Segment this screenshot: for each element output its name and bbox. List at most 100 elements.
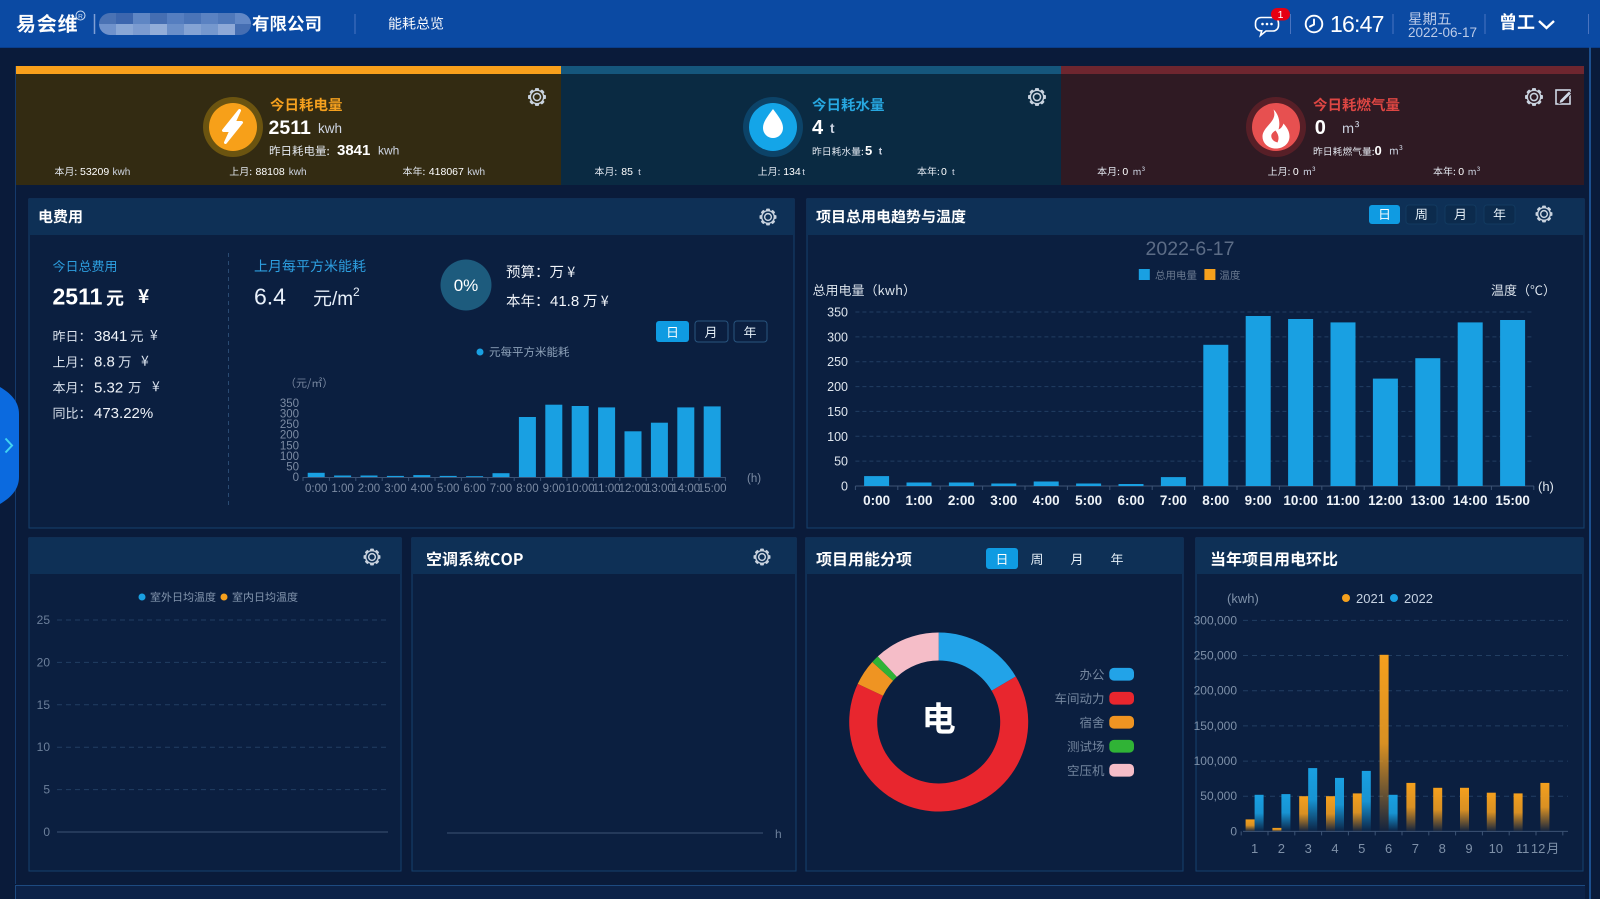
svg-text:0: 0 (1458, 166, 1464, 178)
svg-text:100: 100 (827, 430, 848, 444)
svg-text:13:00: 13:00 (645, 483, 674, 495)
svg-text:3:00: 3:00 (990, 493, 1017, 508)
svg-text:8: 8 (1439, 841, 1446, 856)
svg-text:9:00: 9:00 (543, 483, 565, 495)
svg-text:4: 4 (812, 117, 824, 139)
svg-text:9: 9 (1465, 841, 1472, 856)
svg-text:5: 5 (43, 783, 50, 797)
svg-text:10: 10 (37, 740, 51, 754)
svg-text:2: 2 (353, 285, 360, 299)
svg-text:1: 1 (1278, 9, 1284, 21)
svg-text:50,000: 50,000 (1200, 789, 1237, 803)
svg-text:3: 3 (1305, 841, 1312, 856)
svg-text:2022: 2022 (1404, 591, 1433, 606)
svg-text:0: 0 (1293, 166, 1299, 178)
svg-text:0: 0 (1375, 143, 1382, 158)
svg-text:13:00: 13:00 (1411, 493, 1446, 508)
svg-text:418067: 418067 (429, 166, 464, 178)
svg-text:0: 0 (1230, 824, 1237, 838)
svg-text:0: 0 (43, 825, 50, 839)
svg-text:7: 7 (1412, 841, 1419, 856)
svg-text:t: t (952, 167, 955, 178)
svg-text:200: 200 (827, 380, 848, 394)
svg-text:7:00: 7:00 (1160, 493, 1187, 508)
svg-text:h: h (775, 827, 782, 841)
svg-text:0: 0 (1122, 166, 1128, 178)
svg-text:kwh: kwh (318, 121, 342, 136)
svg-text:R: R (78, 14, 83, 21)
svg-text:10:00: 10:00 (566, 483, 595, 495)
svg-text:3841: 3841 (94, 328, 127, 345)
svg-text:kwh: kwh (467, 167, 485, 178)
svg-text:200,000: 200,000 (1194, 684, 1238, 698)
svg-text:5.32: 5.32 (94, 379, 123, 396)
svg-text:300: 300 (827, 330, 848, 344)
svg-text:10:00: 10:00 (1283, 493, 1318, 508)
svg-text:t: t (802, 167, 805, 178)
svg-text:kwh: kwh (378, 144, 399, 158)
svg-text:11:00: 11:00 (593, 483, 621, 495)
svg-text:4: 4 (1331, 841, 1338, 856)
svg-text:(h): (h) (747, 473, 761, 485)
svg-text:0: 0 (841, 480, 848, 494)
svg-text:25: 25 (37, 613, 51, 627)
svg-text:8.8: 8.8 (94, 354, 115, 371)
svg-text:11: 11 (1516, 841, 1530, 856)
svg-text:16:47: 16:47 (1330, 11, 1384, 37)
svg-text:12:00: 12:00 (1368, 493, 1403, 508)
svg-text:0: 0 (293, 472, 299, 484)
svg-text:5: 5 (865, 143, 872, 158)
svg-text:5:00: 5:00 (437, 483, 459, 495)
svg-text:0:00: 0:00 (863, 493, 890, 508)
svg-text:4:00: 4:00 (1033, 493, 1060, 508)
svg-text:150: 150 (827, 405, 848, 419)
svg-text:6:00: 6:00 (1117, 493, 1144, 508)
svg-text:350: 350 (827, 306, 848, 320)
svg-text:15:00: 15:00 (698, 483, 727, 495)
svg-text:1:00: 1:00 (905, 493, 932, 508)
svg-text:14:00: 14:00 (671, 483, 700, 495)
svg-text:2022-6-17: 2022-6-17 (1146, 238, 1235, 260)
svg-text:11:00: 11:00 (1326, 493, 1360, 508)
svg-text:2: 2 (1278, 841, 1285, 856)
svg-text:7:00: 7:00 (490, 483, 512, 495)
svg-text:1:00: 1:00 (331, 483, 353, 495)
svg-text:kwh: kwh (289, 167, 307, 178)
svg-text:0%: 0% (454, 276, 479, 295)
svg-text:12:00: 12:00 (619, 483, 648, 495)
svg-text:85: 85 (621, 166, 633, 178)
svg-text:20: 20 (37, 655, 51, 669)
svg-text:(kwh): (kwh) (1227, 591, 1259, 606)
svg-text:t: t (830, 121, 835, 136)
svg-text:2021: 2021 (1356, 591, 1385, 606)
svg-text:2511: 2511 (269, 117, 311, 139)
svg-text:0: 0 (941, 166, 947, 178)
svg-text:12: 12 (1531, 841, 1545, 856)
svg-text:(h): (h) (1538, 479, 1554, 494)
svg-text:3:00: 3:00 (384, 483, 406, 495)
svg-text:100,000: 100,000 (1194, 754, 1238, 768)
svg-text:6.4: 6.4 (254, 284, 286, 310)
svg-text:2022-06-17: 2022-06-17 (1408, 25, 1477, 40)
svg-text:kwh: kwh (113, 167, 131, 178)
svg-text:250,000: 250,000 (1194, 649, 1238, 663)
svg-text:50: 50 (834, 455, 848, 469)
svg-text:2511: 2511 (53, 284, 103, 310)
svg-text:9:00: 9:00 (1245, 493, 1272, 508)
svg-text:41.8: 41.8 (550, 293, 579, 310)
svg-text:15:00: 15:00 (1495, 493, 1530, 508)
svg-text:/m: /m (332, 289, 353, 310)
svg-text:8:00: 8:00 (1202, 493, 1229, 508)
svg-text:15: 15 (37, 698, 51, 712)
svg-text:5:00: 5:00 (1075, 493, 1102, 508)
svg-text:6:00: 6:00 (463, 483, 485, 495)
svg-text:150,000: 150,000 (1194, 719, 1238, 733)
svg-text:0:00: 0:00 (305, 483, 327, 495)
svg-text:88108: 88108 (256, 166, 285, 178)
svg-text:1: 1 (1251, 841, 1258, 856)
svg-text:14:00: 14:00 (1453, 493, 1488, 508)
svg-text:6: 6 (1385, 841, 1392, 856)
svg-text:250: 250 (827, 355, 848, 369)
svg-text:t: t (638, 167, 641, 178)
svg-text:300,000: 300,000 (1194, 613, 1238, 627)
